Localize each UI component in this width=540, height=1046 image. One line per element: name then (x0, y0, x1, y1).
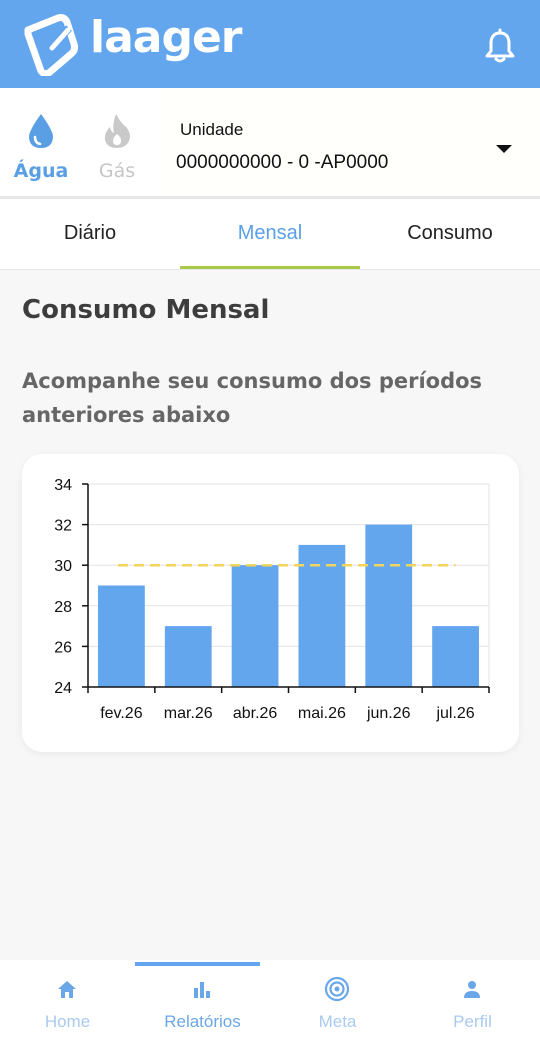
nav-relatorios[interactable]: Relatórios (135, 960, 270, 1046)
x-tick-label: mar.26 (164, 705, 213, 722)
y-tick-label: 28 (54, 599, 72, 616)
target-icon (324, 976, 350, 1002)
consumption-chart-card: 24 26 28 30 32 34 fev.26 mar.26 abr.26 mai.26 jun.… (22, 454, 519, 752)
bottom-nav: Home Relatórios Meta Perfil (0, 960, 540, 1046)
nav-perfil[interactable]: Perfil (405, 960, 540, 1046)
app-logo-text: laager (90, 12, 243, 63)
y-tick-label: 30 (54, 558, 72, 575)
bar (432, 626, 479, 687)
bar-chart-icon (194, 982, 210, 998)
flame-icon (104, 114, 130, 148)
y-tick-label: 26 (54, 639, 72, 656)
bar (365, 524, 413, 687)
y-tick-label: 32 (54, 518, 72, 535)
x-tick-label: jul.26 (435, 705, 474, 722)
consumption-chart: 24 26 28 30 32 34 fev.26 mar.26 abr.26 mai.26 jun.… (54, 477, 490, 722)
unit-label: Unidade (180, 120, 244, 139)
nav-perfil-label: Perfil (453, 1012, 492, 1031)
app-header: laager (0, 0, 540, 88)
unit-value: 0000000000 - 0 -AP0000 (176, 152, 389, 173)
x-tick-label: fev.26 (100, 705, 143, 722)
utility-bar: Água Gás Unidade 0000000000 - 0 -AP0000 (0, 88, 540, 198)
home-icon (58, 981, 76, 998)
water-drop-icon (29, 114, 53, 148)
person-icon (464, 981, 480, 998)
bar (298, 544, 346, 687)
period-tabs: Diário Mensal Consumo (0, 199, 540, 270)
bell-icon[interactable] (483, 28, 517, 64)
page-subtitle: Acompanhe seu consumo dos períodos anter… (22, 369, 483, 427)
bar (164, 626, 212, 687)
nav-meta-label: Meta (318, 1012, 357, 1031)
bar (231, 565, 279, 687)
tab-diario[interactable]: Diário (0, 199, 180, 270)
utility-water-label: Água (13, 160, 69, 182)
nav-home-label: Home (44, 1012, 91, 1031)
y-tick-label: 34 (54, 477, 72, 494)
x-tick-label: abr.26 (233, 705, 278, 722)
nav-meta[interactable]: Meta (270, 960, 405, 1046)
bar (98, 585, 145, 687)
y-tick-label: 24 (54, 680, 72, 697)
caret-down-icon[interactable] (496, 145, 512, 153)
utility-gas-label: Gás (98, 160, 136, 182)
utility-gas-button[interactable]: Gás (82, 88, 152, 198)
active-tab-indicator (180, 266, 360, 269)
utility-water-button[interactable]: Água (6, 88, 76, 198)
nav-home[interactable]: Home (0, 960, 135, 1046)
x-tick-label: mai.26 (298, 705, 346, 722)
page-title: Consumo Mensal (22, 295, 270, 325)
unit-selector[interactable]: Unidade 0000000000 - 0 -AP0000 (160, 88, 540, 194)
laager-logo-icon (24, 14, 79, 76)
x-tick-label: jun.26 (366, 705, 411, 722)
tab-consumo[interactable]: Consumo (360, 199, 540, 270)
tab-mensal[interactable]: Mensal (180, 199, 360, 270)
nav-relatorios-label: Relatórios (164, 1012, 241, 1031)
